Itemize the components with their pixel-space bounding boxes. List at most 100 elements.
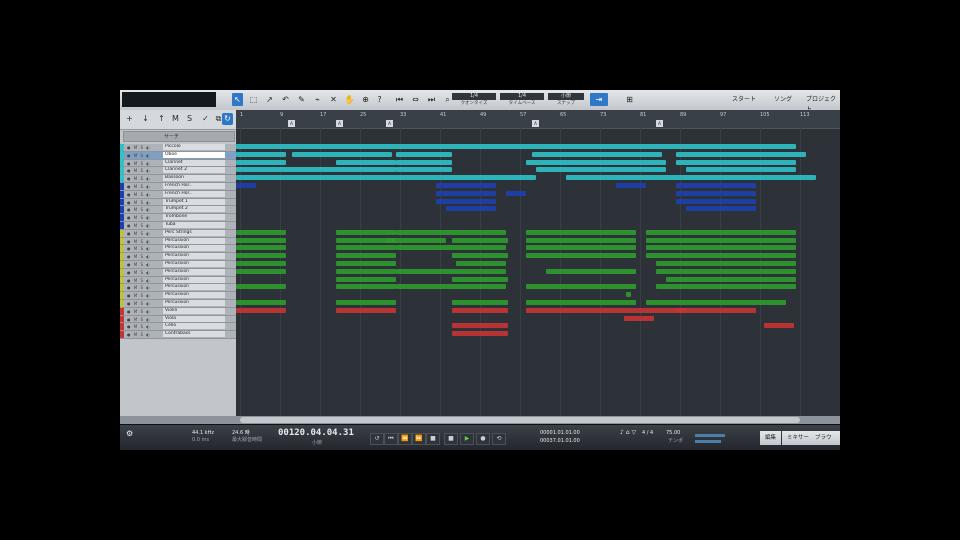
stop-button-icon[interactable]: ■ (444, 433, 458, 445)
track-controls-icon[interactable]: ● M S ◐ (127, 254, 151, 259)
track-controls-icon[interactable]: ● M S ◐ (127, 324, 151, 329)
arranger-marker[interactable]: A (386, 120, 393, 127)
event-clip[interactable] (616, 183, 646, 188)
event-clip[interactable] (236, 284, 286, 290)
record-icon[interactable]: ● (476, 433, 490, 445)
event-clip[interactable] (452, 237, 508, 243)
event-clip[interactable] (236, 175, 536, 181)
event-clip[interactable] (436, 190, 496, 196)
track-name[interactable]: Oboe (163, 151, 225, 158)
event-clip[interactable] (656, 261, 796, 266)
event-clip[interactable] (336, 229, 396, 235)
event-clip[interactable] (236, 144, 796, 149)
event-clip[interactable] (336, 268, 396, 274)
event-clip[interactable] (336, 300, 396, 305)
arranger-marker[interactable]: A (336, 120, 343, 127)
track-row[interactable]: ● M S ◐ Percussion (120, 260, 236, 269)
arranger-marker[interactable]: A (656, 120, 663, 127)
event-clip[interactable] (396, 268, 506, 274)
event-clip[interactable] (236, 167, 396, 173)
track-row[interactable]: ● M S ◐ Cello (120, 323, 236, 332)
event-clip[interactable] (292, 151, 392, 157)
event-clip[interactable] (566, 175, 816, 181)
event-clip[interactable] (676, 151, 806, 157)
track-name[interactable]: Percussion (163, 299, 225, 306)
rewind-icon[interactable]: ⏪ (398, 433, 412, 445)
event-clip[interactable] (626, 292, 631, 298)
track-controls-icon[interactable]: ● M S ◐ (127, 168, 151, 173)
event-clip[interactable] (236, 245, 286, 251)
event-clip[interactable] (236, 183, 256, 188)
nudge-right-icon[interactable]: ⏭ (426, 93, 437, 106)
track-row[interactable]: ● M S ◐ Perc Strings (120, 229, 236, 238)
browse-view-button[interactable]: ブラウズ (810, 431, 840, 450)
arrangement-view[interactable]: 1 9 17 25 33 41 49 57 65 73 81 89 97 105 113 A A A A A (236, 110, 840, 416)
timebase-value[interactable]: 1/4 (500, 93, 544, 100)
event-clip[interactable] (396, 245, 506, 251)
stop-icon[interactable]: ■ (426, 433, 440, 445)
mute-tool-icon[interactable]: ✕ (328, 93, 339, 106)
event-clip[interactable] (446, 206, 496, 212)
tempo-value[interactable]: 75.00 (666, 430, 680, 436)
hand-tool-icon[interactable]: ⊕ (360, 93, 371, 106)
event-clip[interactable] (236, 253, 286, 259)
timebase-group[interactable]: 1/4 タイムベース (500, 93, 544, 107)
track-name[interactable]: Tuba (163, 221, 225, 228)
track-controls-icon[interactable]: ● M S ◐ (127, 200, 151, 205)
autoscroll-icon[interactable]: ⇥ (590, 93, 608, 106)
loop-end-value[interactable]: 00037.01.01.00 (540, 438, 580, 444)
track-name[interactable]: Percussion (163, 253, 225, 260)
track-controls-icon[interactable]: ● M S ◐ (127, 153, 151, 158)
split-tool-icon[interactable]: ↗ (264, 93, 275, 106)
track-row[interactable]: ● M S ◐ Clarinet (120, 159, 236, 168)
event-clip[interactable] (646, 253, 796, 259)
track-name[interactable]: Percussion (163, 276, 225, 283)
event-clip[interactable] (386, 237, 446, 243)
track-row[interactable]: ● M S ◐ Trombone (120, 214, 236, 222)
track-row[interactable]: ● M S ◐ French Hor.. (120, 190, 236, 199)
track-controls-icon[interactable]: ● M S ◐ (127, 176, 151, 181)
event-clip[interactable] (452, 307, 508, 313)
track-row[interactable]: ● M S ◐ Tuba (120, 221, 236, 230)
metronome-click-icon[interactable]: ♪ ⌂ ▽ (620, 430, 636, 436)
track-row[interactable]: ● M S ◐ Bassoon (120, 175, 236, 183)
loop-start-value[interactable]: 00001.01.01.00 (540, 430, 580, 436)
edit-view-button[interactable]: 編集 (760, 431, 782, 445)
snap-value[interactable]: 小節 (548, 93, 584, 100)
track-name[interactable]: Viola (163, 315, 225, 322)
event-clip[interactable] (686, 167, 796, 173)
return-to-zero-icon[interactable]: ⏮ (384, 433, 398, 445)
track-search-input[interactable]: サーチ (123, 131, 235, 142)
event-clip[interactable] (506, 190, 526, 196)
event-clip[interactable] (236, 229, 286, 235)
track-name[interactable]: French Hor.. (163, 190, 225, 197)
track-controls-icon[interactable]: ● M S ◐ (127, 317, 151, 322)
event-clip[interactable] (396, 151, 452, 157)
track-controls-icon[interactable]: ● M S ◐ (127, 309, 151, 314)
event-clip[interactable] (526, 300, 636, 305)
event-clip[interactable] (666, 276, 796, 282)
arranger-marker[interactable]: A (532, 120, 539, 127)
mute-icon[interactable]: M (170, 113, 181, 125)
track-row[interactable]: ● M S ◐ Percussion (120, 299, 236, 308)
track-row[interactable]: ● M S ◐ Percussion (120, 276, 236, 285)
track-name[interactable]: Trombone (163, 214, 225, 221)
event-clip[interactable] (236, 151, 286, 157)
loop-toggle-icon[interactable]: ⟲ (492, 433, 506, 445)
event-clip[interactable] (336, 276, 396, 282)
track-name[interactable]: Cello (163, 323, 225, 330)
event-clip[interactable] (236, 237, 286, 243)
event-clip[interactable] (336, 261, 396, 266)
track-controls-icon[interactable]: ● M S ◐ (127, 215, 151, 220)
track-row[interactable]: ● M S ◐ Trumpet 2 (120, 206, 236, 215)
loop-icon[interactable]: ↺ (370, 433, 384, 445)
event-clip[interactable] (676, 159, 796, 165)
check-icon[interactable]: ✓ (200, 113, 211, 125)
event-clip[interactable] (526, 253, 636, 259)
track-row[interactable]: ● M S ◐ Piccolo (120, 144, 236, 152)
track-controls-icon[interactable]: ● M S ◐ (127, 262, 151, 267)
event-clip[interactable] (686, 206, 756, 212)
track-controls-icon[interactable]: ● M S ◐ (127, 332, 151, 337)
scrollbar-thumb[interactable] (240, 417, 800, 423)
start-page-button[interactable]: スタート (732, 95, 756, 105)
